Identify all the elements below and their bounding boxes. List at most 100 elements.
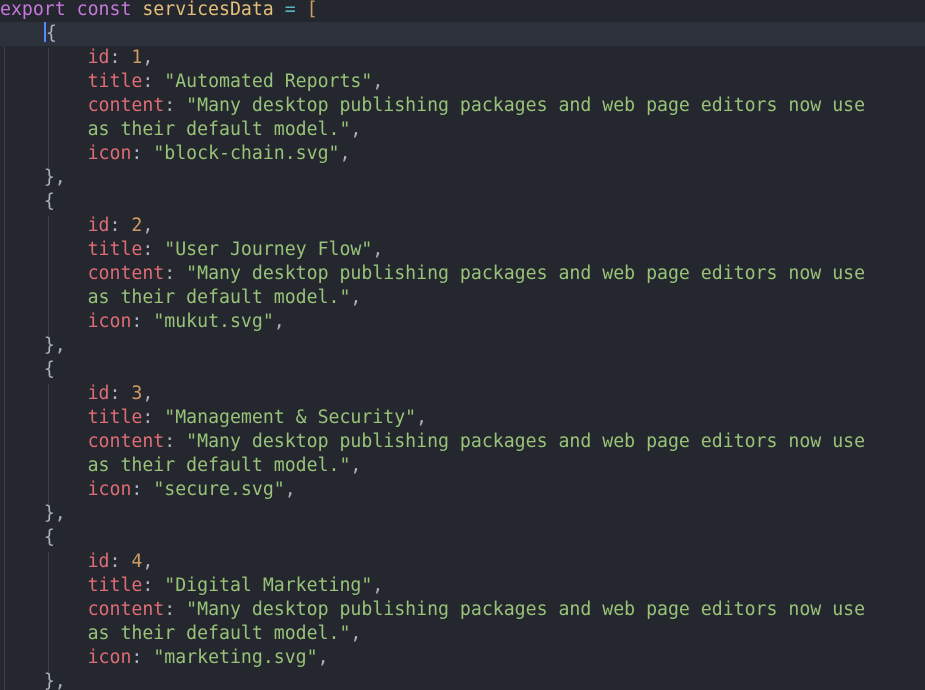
number-value: 2: [131, 215, 143, 236]
comma: ,: [350, 455, 362, 476]
variable-name: servicesData: [142, 0, 274, 20]
code-line-id[interactable]: id: 4,: [0, 550, 925, 574]
comma: ,: [416, 407, 428, 428]
open-brace: {: [43, 359, 55, 380]
string-value: "marketing.svg": [153, 647, 318, 668]
code-line-object-close[interactable]: },: [0, 670, 925, 690]
open-brace: {: [43, 191, 55, 212]
number-value: 1: [131, 47, 143, 68]
string-value: "Digital Marketing": [164, 575, 373, 596]
colon: :: [109, 215, 121, 236]
colon: :: [142, 575, 154, 596]
colon: :: [131, 143, 143, 164]
string-value: "Many desktop publishing packages and we…: [186, 263, 866, 284]
code-line-object-open[interactable]: {: [0, 190, 925, 214]
comma: ,: [142, 47, 154, 68]
code-line-content[interactable]: content: "Many desktop publishing packag…: [0, 598, 925, 622]
comma: ,: [350, 287, 362, 308]
code-line-title[interactable]: title: "Management & Security",: [0, 406, 925, 430]
code-line-icon[interactable]: icon: "secure.svg",: [0, 478, 925, 502]
code-editor[interactable]: export const servicesData = [ { id: 1, t…: [0, 0, 925, 690]
string-value: "block-chain.svg": [153, 143, 340, 164]
colon: :: [131, 311, 143, 332]
code-line-content-wrap[interactable]: as their default model.",: [0, 118, 925, 142]
colon: :: [109, 47, 121, 68]
code-line-title[interactable]: title: "Automated Reports",: [0, 70, 925, 94]
code-line-object-close[interactable]: },: [0, 166, 925, 190]
open-brace: {: [43, 527, 55, 548]
code-line-content[interactable]: content: "Many desktop publishing packag…: [0, 430, 925, 454]
number-value: 3: [131, 383, 143, 404]
code-line-title[interactable]: title: "User Journey Flow",: [0, 238, 925, 262]
property-key: content: [87, 431, 165, 452]
comma: ,: [317, 647, 329, 668]
colon: :: [164, 95, 176, 116]
colon: :: [164, 431, 176, 452]
string-value: as their default model.": [87, 623, 351, 644]
close-brace: },: [43, 335, 66, 356]
string-value: "secure.svg": [153, 479, 285, 500]
code-line-object-close[interactable]: },: [0, 502, 925, 526]
open-brace: {: [45, 23, 57, 44]
code-line-id[interactable]: id: 2,: [0, 214, 925, 238]
string-value: "User Journey Flow": [164, 239, 373, 260]
string-value: "Many desktop publishing packages and we…: [186, 95, 866, 116]
code-line-icon[interactable]: icon: "block-chain.svg",: [0, 142, 925, 166]
code-line-title[interactable]: title: "Digital Marketing",: [0, 574, 925, 598]
property-key: content: [87, 95, 165, 116]
comma: ,: [339, 143, 351, 164]
property-key: title: [87, 71, 143, 92]
code-line-object-close[interactable]: },: [0, 334, 925, 358]
keyword-export: export: [0, 0, 66, 20]
property-key: icon: [87, 479, 132, 500]
property-key: icon: [87, 647, 132, 668]
number-value: 4: [131, 551, 143, 572]
string-value: "Many desktop publishing packages and we…: [186, 599, 866, 620]
close-brace: },: [43, 167, 66, 188]
close-brace: },: [43, 503, 66, 524]
property-key: icon: [87, 311, 132, 332]
code-line-icon[interactable]: icon: "marketing.svg",: [0, 646, 925, 670]
comma: ,: [372, 71, 384, 92]
string-value: as their default model.": [87, 287, 351, 308]
string-value: as their default model.": [87, 119, 351, 140]
close-brace: },: [43, 671, 66, 690]
code-line-id[interactable]: id: 1,: [0, 46, 925, 70]
comma: ,: [284, 479, 296, 500]
property-key: title: [87, 239, 143, 260]
string-value: as their default model.": [87, 455, 351, 476]
code-line-object-open[interactable]: {: [0, 358, 925, 382]
colon: :: [131, 479, 143, 500]
code-line-id[interactable]: id: 3,: [0, 382, 925, 406]
property-key: title: [87, 407, 143, 428]
assign-operator: =: [284, 0, 296, 20]
property-key: icon: [87, 143, 132, 164]
property-key: content: [87, 599, 165, 620]
code-line-object-open[interactable]: {: [0, 526, 925, 550]
colon: :: [142, 239, 154, 260]
colon: :: [109, 383, 121, 404]
comma: ,: [372, 575, 384, 596]
colon: :: [142, 71, 154, 92]
property-key: id: [87, 383, 110, 404]
code-line-content-wrap[interactable]: as their default model.",: [0, 622, 925, 646]
code-line-content[interactable]: content: "Many desktop publishing packag…: [0, 94, 925, 118]
string-value: "Management & Security": [164, 407, 417, 428]
comma: ,: [372, 239, 384, 260]
code-line-declaration[interactable]: export const servicesData = [: [0, 0, 925, 22]
colon: :: [142, 407, 154, 428]
string-value: "mukut.svg": [153, 311, 274, 332]
comma: ,: [142, 383, 154, 404]
colon: :: [164, 599, 176, 620]
comma: ,: [273, 311, 285, 332]
code-line-content-wrap[interactable]: as their default model.",: [0, 454, 925, 478]
code-line-object-open[interactable]: {: [0, 22, 925, 46]
property-key: id: [87, 47, 110, 68]
property-key: title: [87, 575, 143, 596]
property-key: content: [87, 263, 165, 284]
comma: ,: [350, 623, 362, 644]
code-line-content-wrap[interactable]: as their default model.",: [0, 286, 925, 310]
code-line-icon[interactable]: icon: "mukut.svg",: [0, 310, 925, 334]
colon: :: [131, 647, 143, 668]
code-line-content[interactable]: content: "Many desktop publishing packag…: [0, 262, 925, 286]
